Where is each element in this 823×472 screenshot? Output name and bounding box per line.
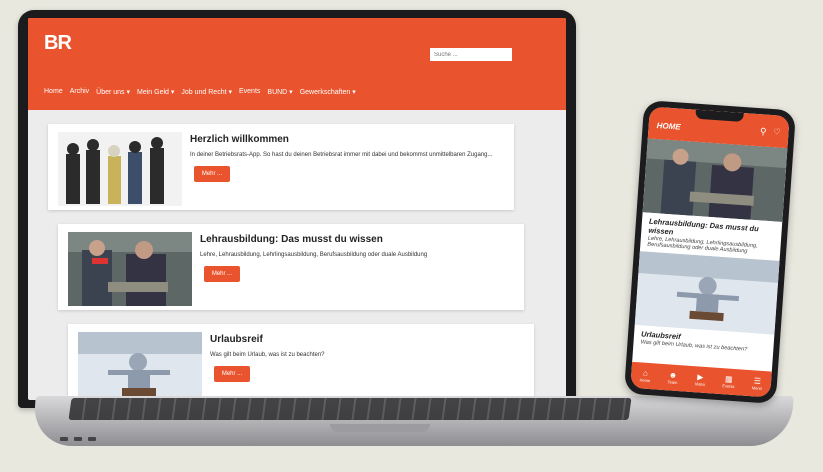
workshop-photo — [642, 138, 788, 222]
nav-item-home[interactable]: Home — [44, 88, 63, 96]
more-button[interactable]: Mehr ... — [194, 166, 230, 182]
team-photo — [58, 132, 182, 206]
laptop-hinge-notch — [330, 424, 430, 432]
card-text: Was gilt beim Urlaub, was ist zu beachte… — [210, 352, 325, 358]
nav-item-archiv[interactable]: Archiv — [70, 88, 89, 96]
workshop-photo — [68, 232, 192, 306]
card-text: In deiner Betriebsrats-App. So hast du d… — [190, 152, 493, 158]
site-header: BR Home Archiv Über uns ▾ Mein Geld ▾ Jo… — [28, 18, 566, 110]
nav-item-bund[interactable]: BUND ▾ — [267, 88, 292, 96]
phone-page-title: HOME — [656, 120, 681, 132]
nav-item-gewerkschaften[interactable]: Gewerkschaften ▾ — [300, 88, 356, 96]
bell-icon[interactable]: ♡ — [773, 127, 781, 136]
nav-item-job-recht[interactable]: Job und Recht ▾ — [181, 88, 232, 96]
tab-menu[interactable]: ☰ Menü — [752, 376, 763, 391]
search-input[interactable] — [430, 48, 512, 61]
phone-tab-bar: ⌂ Home ☻ Team ▶ Video ▦ Events ☰ Menü — [630, 361, 772, 398]
article-card[interactable]: Lehrausbildung: Das musst du wissen Lehr… — [58, 224, 524, 310]
tab-video[interactable]: ▶ Video — [695, 372, 706, 387]
more-button[interactable]: Mehr ... — [204, 266, 240, 282]
nav-item-mein-geld[interactable]: Mein Geld ▾ — [137, 88, 174, 96]
laptop-screen: BR Home Archiv Über uns ▾ Mein Geld ▾ Jo… — [28, 18, 566, 400]
tab-events[interactable]: ▦ Events — [722, 374, 735, 389]
article-card[interactable]: Herzlich willkommen In deiner Betriebsra… — [48, 124, 514, 210]
article-card[interactable]: Urlaubsreif Was gilt beim Urlaub, was is… — [68, 324, 534, 400]
laptop-device: BR Home Archiv Über uns ▾ Mein Geld ▾ Jo… — [18, 10, 576, 408]
snow-sled-photo — [78, 332, 202, 400]
card-title[interactable]: Lehrausbildung: Das musst du wissen — [200, 234, 383, 245]
more-button[interactable]: Mehr ... — [214, 366, 250, 382]
nav-item-events[interactable]: Events — [239, 88, 260, 96]
nav-item-ueber-uns[interactable]: Über uns ▾ — [96, 88, 130, 96]
snow-sled-photo — [634, 251, 780, 335]
phone-device: HOME ⚲ ♡ Lehrausbildung: Das musst du wi… — [623, 100, 797, 404]
card-title[interactable]: Herzlich willkommen — [190, 134, 289, 145]
search-icon[interactable]: ⚲ — [760, 126, 767, 137]
tab-home[interactable]: ⌂ Home — [639, 368, 651, 384]
laptop-ports — [60, 428, 120, 441]
laptop-keyboard — [68, 398, 632, 420]
card-title[interactable]: Urlaubsreif — [210, 334, 263, 345]
main-nav: Home Archiv Über uns ▾ Mein Geld ▾ Job u… — [44, 88, 356, 96]
tab-team[interactable]: ☻ Team — [667, 370, 678, 385]
phone-screen: HOME ⚲ ♡ Lehrausbildung: Das musst du wi… — [630, 106, 790, 398]
content-area: Herzlich willkommen In deiner Betriebsra… — [28, 110, 566, 400]
card-text: Lehre, Lehrausbildung, Lehrlingsausbildu… — [200, 252, 428, 258]
site-logo[interactable]: BR — [44, 32, 72, 55]
